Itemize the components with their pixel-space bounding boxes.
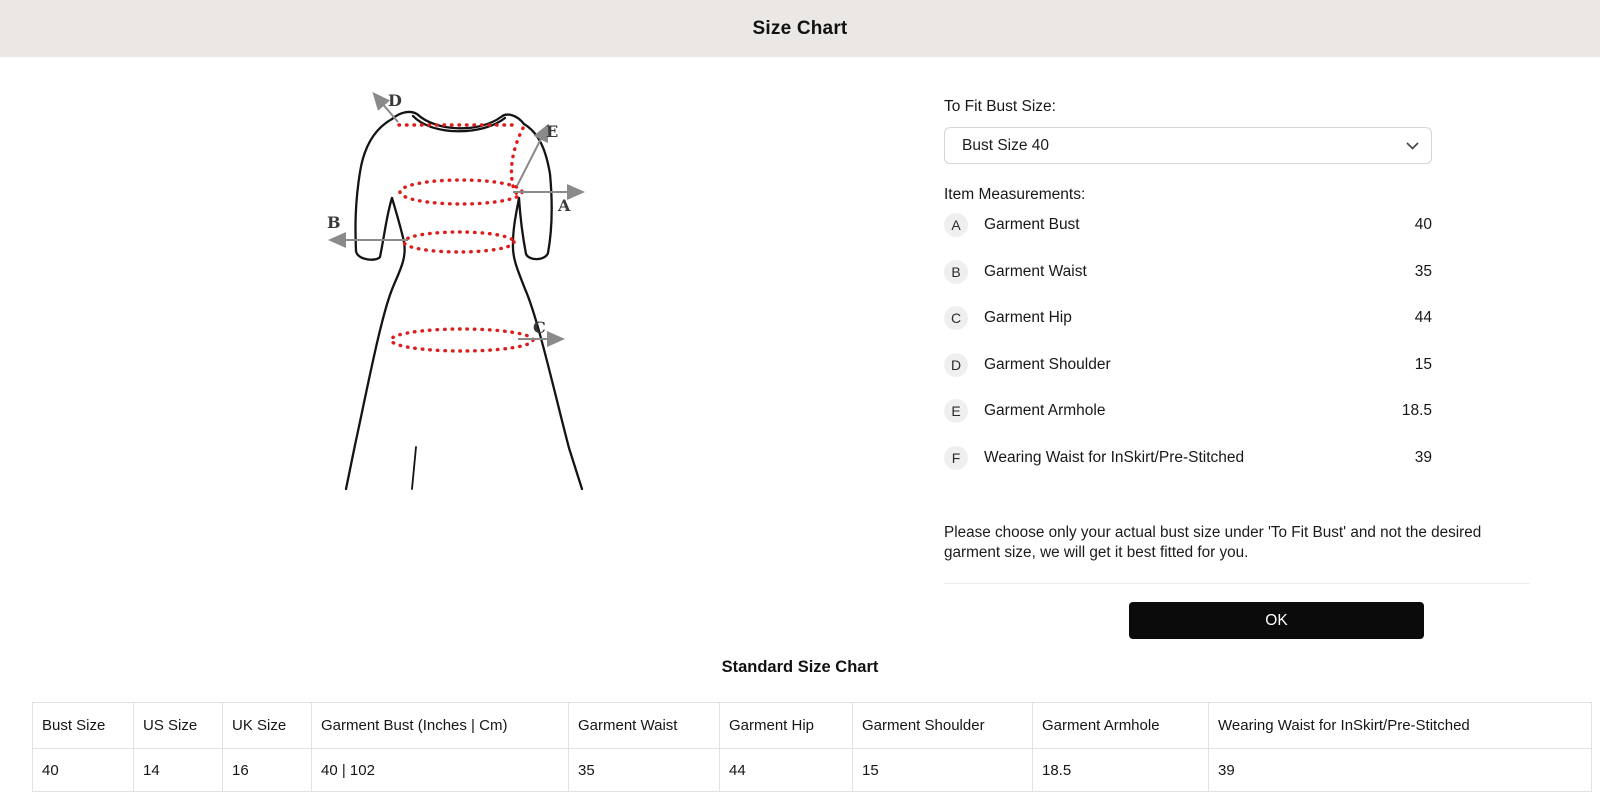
measurement-name: Garment Shoulder	[984, 355, 1111, 373]
measurement-key-badge: C	[944, 306, 968, 331]
standard-size-chart-title: Standard Size Chart	[721, 658, 879, 676]
ok-button[interactable]: OK	[1129, 602, 1424, 639]
column-header: Garment Waist	[568, 702, 720, 749]
measurement-name: Wearing Waist for InSkirt/Pre-Stitched	[984, 448, 1245, 466]
standard-size-chart-table: Bust Size US Size UK Size Garment Bust (Inc…	[32, 702, 1592, 792]
size-chart-cell: 44	[719, 748, 853, 792]
measurement-name: Garment Bust	[984, 216, 1080, 234]
diagram-label-b: B	[327, 213, 341, 232]
header: Size Chart	[0, 0, 1600, 57]
size-chart-cell: 40 | 102	[311, 748, 569, 792]
diagram-label-d: D	[388, 91, 402, 110]
dress-outline	[344, 110, 584, 491]
diagram-label-e: E	[546, 122, 558, 141]
column-header: Bust Size	[32, 702, 134, 749]
size-chart-row: 40 14 16 40 | 102 35 44 15 18.5 39	[32, 748, 1592, 792]
size-chart-cell: 14	[133, 748, 223, 792]
diagram-label-c: C	[533, 318, 546, 337]
to-fit-bust-size-label: To Fit Bust Size:	[944, 98, 1056, 115]
size-chart-cell: 35	[568, 748, 720, 792]
size-chart-cell: 15	[852, 748, 1033, 792]
column-header: Wearing Waist for InSkirt/Pre-Stitched	[1208, 702, 1592, 749]
measurement-key-badge: B	[944, 259, 968, 284]
column-header: Garment Hip	[719, 702, 853, 749]
column-header: UK Size	[222, 702, 312, 749]
measurement-name: Garment Armhole	[984, 402, 1106, 420]
measurement-name: Garment Waist	[984, 262, 1087, 280]
measurement-key-badge: F	[944, 445, 968, 470]
measurement-row: B Garment Waist 35	[944, 249, 1432, 296]
column-header: Garment Armhole	[1032, 702, 1209, 749]
size-chart-header-row: Bust Size US Size UK Size Garment Bust (Inc…	[32, 702, 1592, 749]
measurement-row: C Garment Hip 44	[944, 295, 1432, 342]
bust-size-select[interactable]: Bust Size 40	[944, 127, 1432, 164]
size-chart-cell: 18.5	[1032, 748, 1209, 792]
diagram-label-a: A	[557, 196, 571, 215]
bust-size-select-wrap: Bust Size 40	[944, 127, 1432, 164]
measurement-value: 18.5	[1401, 402, 1432, 420]
page-title: Size Chart	[752, 17, 848, 39]
size-chart-cell: 40	[32, 748, 134, 792]
column-header: Garment Shoulder	[852, 702, 1033, 749]
size-chart-page: Size Chart A B C D E To Fit Bust Size: B…	[0, 0, 1600, 800]
measurements-list: A Garment Bust 40 B Garment Waist 35 C Garment …	[944, 202, 1432, 481]
measurement-value: 35	[1414, 262, 1432, 280]
column-header: US Size	[133, 702, 223, 749]
measurement-name: Garment Hip	[984, 309, 1072, 327]
measurement-value: 40	[1414, 216, 1432, 234]
measurement-row: E Garment Armhole 18.5	[944, 388, 1432, 435]
fit-note-text: Please choose only your actual bust size…	[944, 524, 1482, 561]
size-chart-cell: 16	[222, 748, 312, 792]
measurement-row: F Wearing Waist for InSkirt/Pre-Stitched 3…	[944, 435, 1432, 482]
measurement-key-badge: A	[944, 213, 968, 238]
measurement-row: A Garment Bust 40	[944, 202, 1432, 249]
measurement-row: D Garment Shoulder 15	[944, 342, 1432, 389]
divider	[944, 583, 1530, 584]
size-chart-cell: 39	[1208, 748, 1592, 792]
measurement-key-badge: E	[944, 399, 968, 424]
measurement-key-badge: D	[944, 352, 968, 377]
column-header: Garment Bust (Inches | Cm)	[311, 702, 569, 749]
measurement-value: 39	[1414, 448, 1432, 466]
dress-measurement-diagram: A B C D E	[327, 91, 585, 491]
measurement-marks	[389, 123, 535, 353]
measurement-value: 44	[1414, 309, 1432, 327]
measurement-value: 15	[1414, 355, 1432, 373]
